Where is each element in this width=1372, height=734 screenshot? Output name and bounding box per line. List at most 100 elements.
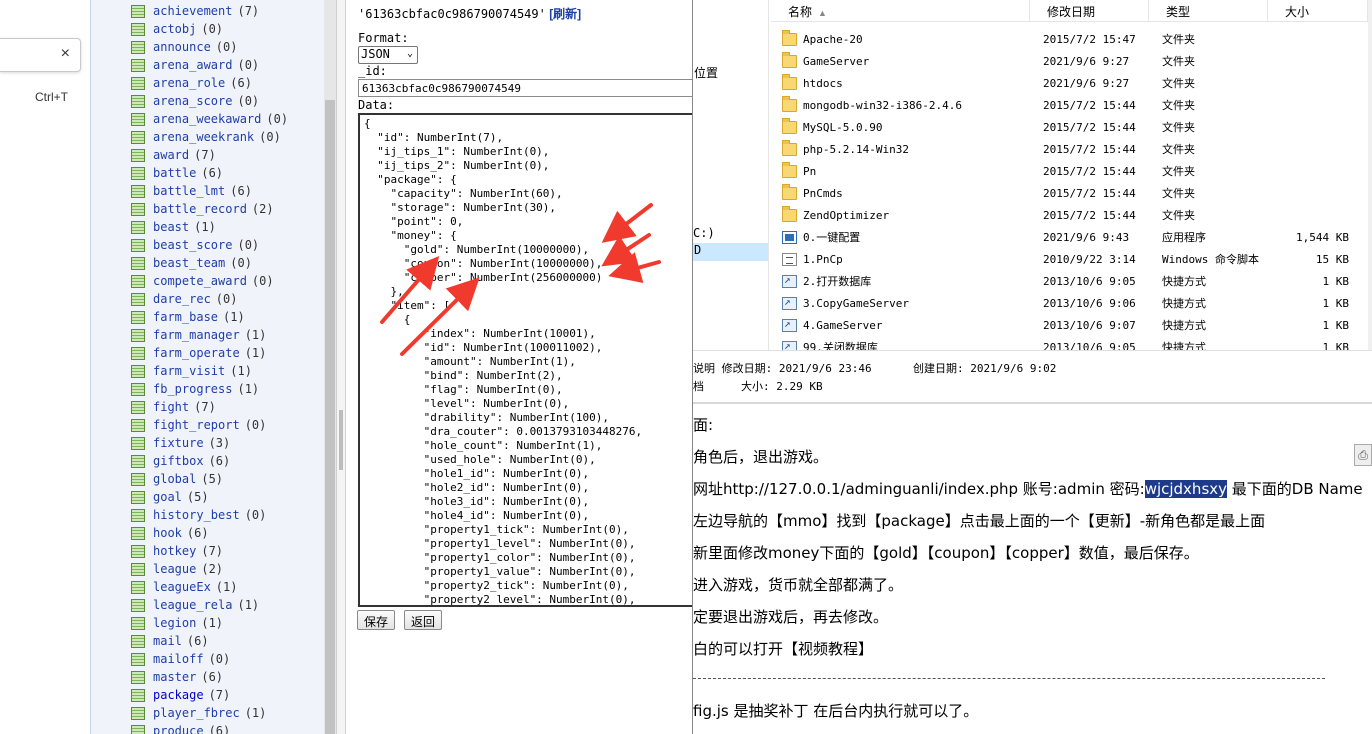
file-row[interactable]: 99.关闭数据库 2013/10/6 9:05 快捷方式 1 KB — [771, 336, 1372, 350]
file-row[interactable]: Pn 2015/7/2 15:44 文件夹 — [771, 160, 1372, 182]
file-row[interactable]: 1.PnCp 2010/9/22 3:14 Windows 命令脚本 15 KB — [771, 248, 1372, 270]
collection-name[interactable]: master — [153, 670, 196, 684]
collection-name[interactable]: league_rela — [153, 598, 232, 612]
password-highlight[interactable]: wjcjdxhsxy — [1144, 480, 1228, 498]
back-button[interactable]: 返回 — [404, 610, 443, 630]
column-header-name[interactable]: 名称 ▲ — [771, 0, 1030, 22]
collection-item[interactable]: fb_progress (1) — [131, 380, 288, 398]
collection-name[interactable]: history_best — [153, 508, 240, 522]
collection-name[interactable]: player_fbrec — [153, 706, 240, 720]
collection-item[interactable]: farm_base (1) — [131, 308, 288, 326]
close-icon[interactable]: × — [61, 45, 70, 63]
collection-item[interactable]: global (5) — [131, 470, 288, 488]
collection-item[interactable]: compete_award (0) — [131, 272, 288, 290]
collection-name[interactable]: legion — [153, 616, 196, 630]
collection-name[interactable]: farm_visit — [153, 364, 225, 378]
file-row[interactable]: GameServer 2021/9/6 9:27 文件夹 — [771, 50, 1372, 72]
id-input[interactable]: 61363cbfac0c986790074549 — [358, 79, 692, 97]
collection-item[interactable]: arena_role (6) — [131, 74, 288, 92]
collection-name[interactable]: arena_weekaward — [153, 112, 261, 126]
collection-item[interactable]: arena_weekrank (0) — [131, 128, 288, 146]
collection-item[interactable]: fight (7) — [131, 398, 288, 416]
collection-name[interactable]: battle_record — [153, 202, 247, 216]
collection-item[interactable]: battle (6) — [131, 164, 288, 182]
collection-name[interactable]: beast_score — [153, 238, 232, 252]
collection-item[interactable]: arena_weekaward (0) — [131, 110, 288, 128]
nav-item-location[interactable]: 位置 — [694, 64, 718, 81]
collection-name[interactable]: global — [153, 472, 196, 486]
collection-item[interactable]: dare_rec (0) — [131, 290, 288, 308]
collection-name[interactable]: mailoff — [153, 652, 204, 666]
print-icon[interactable]: ⎙ — [1354, 444, 1372, 466]
scrollbar-thumb[interactable] — [325, 100, 335, 734]
collection-item[interactable]: mail (6) — [131, 632, 288, 650]
collection-name[interactable]: fight_report — [153, 418, 240, 432]
file-row[interactable]: 3.CopyGameServer 2013/10/6 9:06 快捷方式 1 KB — [771, 292, 1372, 314]
collection-item[interactable]: beast (1) — [131, 218, 288, 236]
collection-item[interactable]: giftbox (6) — [131, 452, 288, 470]
save-button[interactable]: 保存 — [357, 610, 396, 630]
collection-name[interactable]: compete_award — [153, 274, 247, 288]
column-header-date[interactable]: 修改日期 — [1030, 0, 1149, 22]
collection-name[interactable]: hook — [153, 526, 182, 540]
collection-item[interactable]: hotkey (7) — [131, 542, 288, 560]
file-scrollbar[interactable] — [1368, 0, 1372, 350]
collection-item[interactable]: arena_award (0) — [131, 56, 288, 74]
collection-item[interactable]: package (7) — [131, 686, 288, 704]
collection-item[interactable]: league_rela (1) — [131, 596, 288, 614]
file-row[interactable]: 4.GameServer 2013/10/6 9:07 快捷方式 1 KB — [771, 314, 1372, 336]
collection-name[interactable]: giftbox — [153, 454, 204, 468]
file-row[interactable]: Apache-20 2015/7/2 15:47 文件夹 — [771, 28, 1372, 50]
collection-name[interactable]: farm_manager — [153, 328, 240, 342]
collection-item[interactable]: battle_lmt (6) — [131, 182, 288, 200]
collection-name[interactable]: arena_award — [153, 58, 232, 72]
collection-item[interactable]: player_fbrec (1) — [131, 704, 288, 722]
collection-name[interactable]: goal — [153, 490, 182, 504]
file-row[interactable]: 0.一键配置 2021/9/6 9:43 应用程序 1,544 KB — [771, 226, 1372, 248]
collection-name[interactable]: arena_weekrank — [153, 130, 254, 144]
collection-name[interactable]: beast_team — [153, 256, 225, 270]
collection-item[interactable]: announce (0) — [131, 38, 288, 56]
file-row[interactable]: htdocs 2021/9/6 9:27 文件夹 — [771, 72, 1372, 94]
collection-item[interactable]: legion (1) — [131, 614, 288, 632]
collection-name[interactable]: farm_base — [153, 310, 218, 324]
collection-item[interactable]: beast_score (0) — [131, 236, 288, 254]
collection-name[interactable]: leagueEx — [153, 580, 211, 594]
collection-item[interactable]: league (2) — [131, 560, 288, 578]
column-header-size[interactable]: 大小 — [1268, 0, 1368, 22]
collection-item[interactable]: arena_score (0) — [131, 92, 288, 110]
collection-name[interactable]: beast — [153, 220, 189, 234]
collection-item[interactable]: produce (6) — [131, 722, 288, 734]
collection-name[interactable]: battle — [153, 166, 196, 180]
collection-item[interactable]: farm_manager (1) — [131, 326, 288, 344]
collection-name[interactable]: announce — [153, 40, 211, 54]
collection-name[interactable]: fixture — [153, 436, 204, 450]
collection-item[interactable]: mailoff (0) — [131, 650, 288, 668]
collection-name[interactable]: produce — [153, 724, 204, 734]
collection-name[interactable]: mail — [153, 634, 182, 648]
collection-name[interactable]: fight — [153, 400, 189, 414]
column-header-type[interactable]: 类型 — [1149, 0, 1268, 22]
file-row[interactable]: ZendOptimizer 2015/7/2 15:44 文件夹 — [771, 204, 1372, 226]
splitter-grip[interactable] — [339, 410, 343, 470]
collection-name[interactable]: farm_operate — [153, 346, 240, 360]
collection-item[interactable]: master (6) — [131, 668, 288, 686]
file-row[interactable]: mongodb-win32-i386-2.4.6 2015/7/2 15:44 文件… — [771, 94, 1372, 116]
collection-item[interactable]: fixture (3) — [131, 434, 288, 452]
collection-item[interactable]: beast_team (0) — [131, 254, 288, 272]
file-row[interactable]: 2.打开数据库 2013/10/6 9:05 快捷方式 1 KB — [771, 270, 1372, 292]
find-bar[interactable]: × — [0, 38, 81, 72]
collection-item[interactable]: farm_visit (1) — [131, 362, 288, 380]
collection-item[interactable]: history_best (0) — [131, 506, 288, 524]
collection-item[interactable]: actobj (0) — [131, 20, 288, 38]
collection-name[interactable]: package — [153, 688, 204, 702]
collection-name[interactable]: arena_score — [153, 94, 232, 108]
collection-item[interactable]: battle_record (2) — [131, 200, 288, 218]
collection-name[interactable]: arena_role — [153, 76, 225, 90]
refresh-link[interactable]: [刷新] — [549, 7, 581, 21]
file-row[interactable]: php-5.2.14-Win32 2015/7/2 15:44 文件夹 — [771, 138, 1372, 160]
collection-item[interactable]: fight_report (0) — [131, 416, 288, 434]
collection-name[interactable]: actobj — [153, 22, 196, 36]
data-textarea[interactable]: { "id": NumberInt(7), "ij_tips_1": Numbe… — [358, 113, 692, 607]
file-row[interactable]: PnCmds 2015/7/2 15:44 文件夹 — [771, 182, 1372, 204]
